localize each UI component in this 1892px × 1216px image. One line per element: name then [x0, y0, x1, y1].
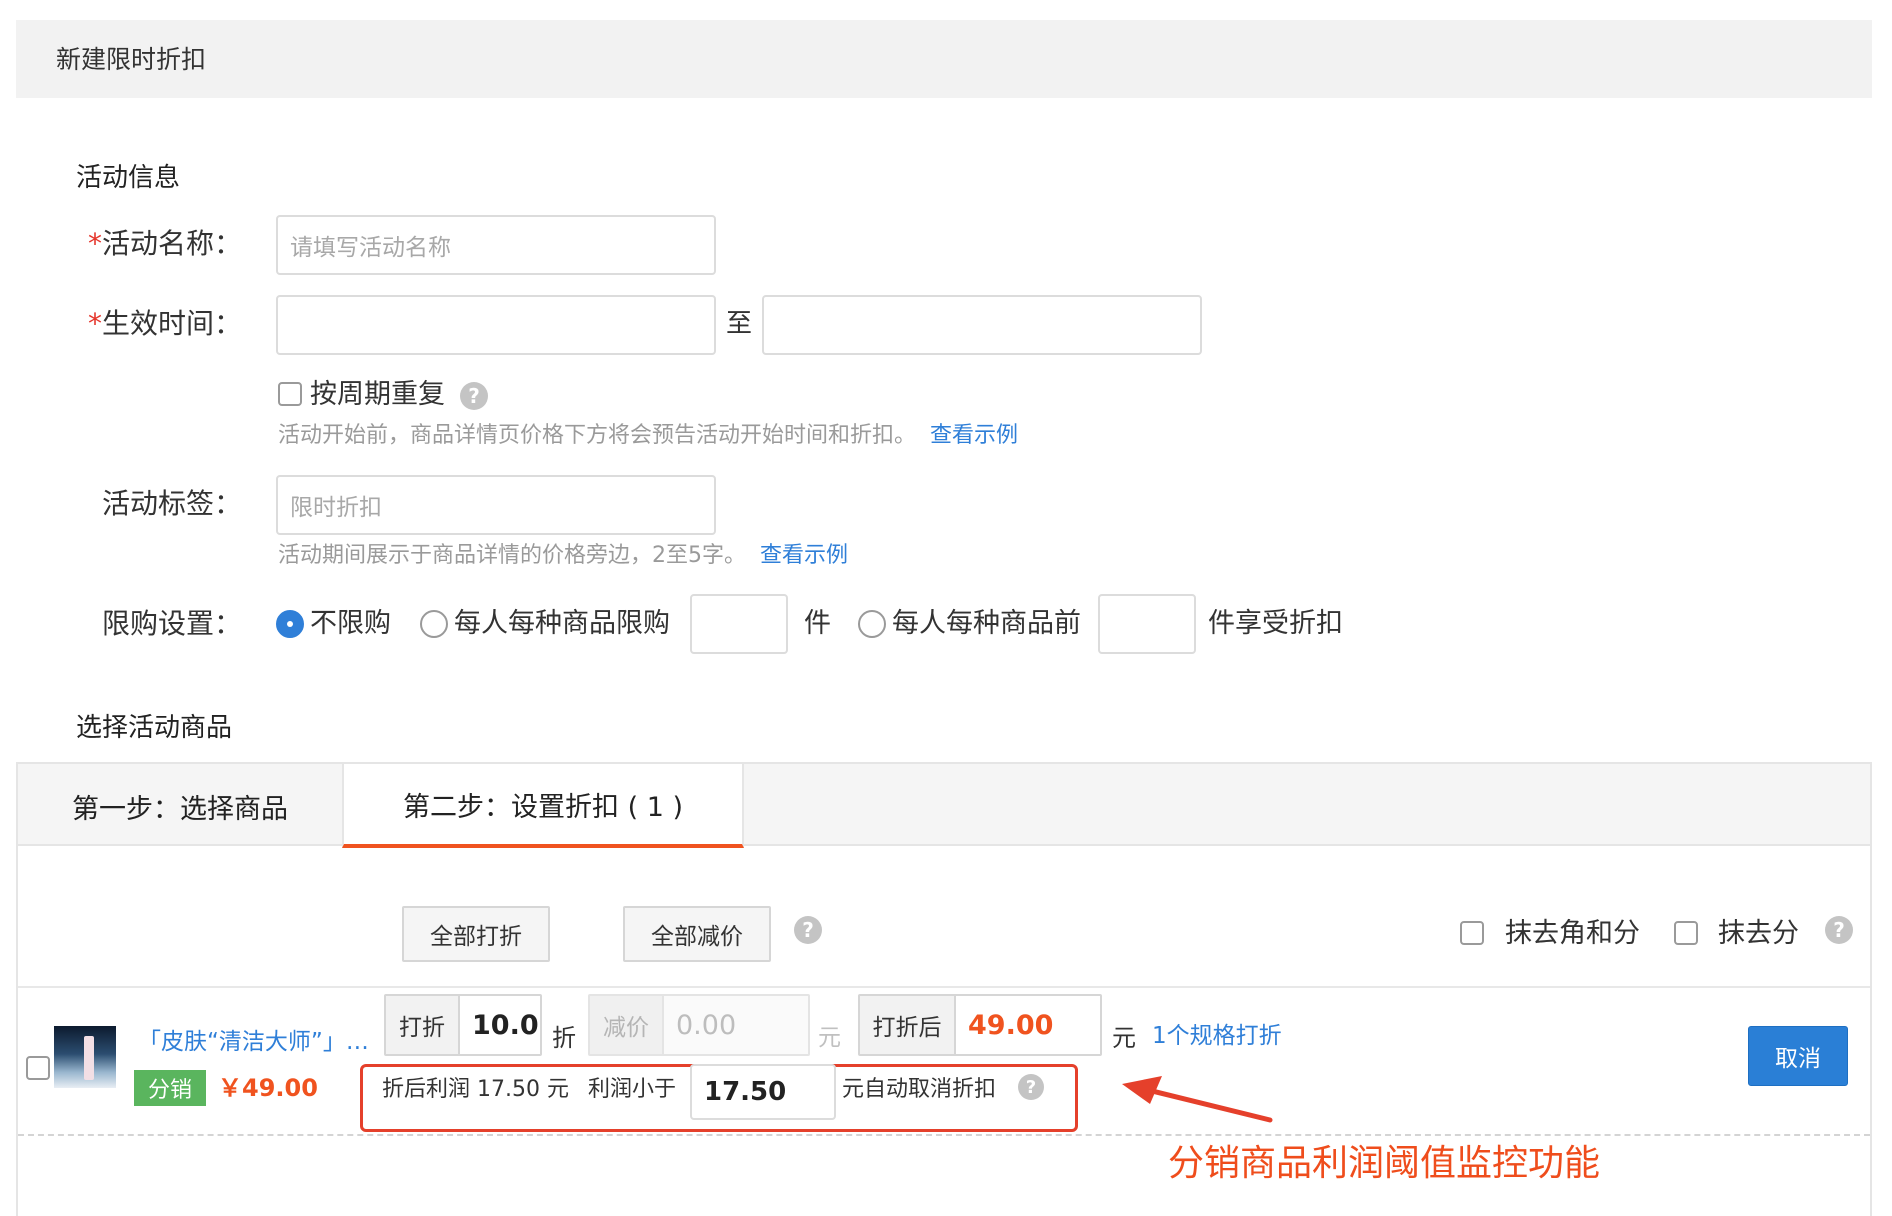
tag-example-link[interactable]: 查看示例	[760, 543, 848, 568]
repeat-label: 按周期重复	[310, 379, 445, 410]
radio-no-limit-label: 不限购	[310, 608, 391, 639]
question-icon[interactable]: ?	[1825, 916, 1853, 944]
question-icon[interactable]: ?	[1018, 1074, 1044, 1100]
activity-tag-input[interactable]: 限时折扣	[276, 475, 716, 535]
after-discount-prefix: 打折后	[860, 996, 956, 1054]
spec-discount-link[interactable]: 1个规格打折	[1152, 1018, 1282, 1054]
activity-name-input[interactable]: 请填写活动名称	[276, 215, 716, 275]
activity-info-title: 活动信息	[76, 163, 181, 193]
profit-threshold-input[interactable]: 17.50	[690, 1064, 836, 1120]
activity-name-placeholder: 请填写活动名称	[290, 235, 451, 261]
profit-suffix: 元自动取消折扣	[842, 1077, 997, 1102]
first-n-count-input[interactable]	[1098, 594, 1196, 654]
reduce-unit: 元	[818, 1025, 841, 1051]
radio-limit-per-person[interactable]	[420, 610, 448, 638]
after-discount-value[interactable]: 49.00	[956, 996, 1100, 1054]
preview-hint: 活动开始前，商品详情页价格下方将会预告活动开始时间和折扣。 查看示例	[278, 423, 1019, 448]
after-discount-unit: 元	[1112, 1024, 1136, 1052]
annotation-arrow-icon	[1122, 1076, 1273, 1123]
preview-example-link[interactable]: 查看示例	[930, 423, 1018, 448]
row-divider	[18, 1134, 1870, 1136]
product-price: ￥49.00	[218, 1074, 318, 1102]
limit-count-input[interactable]	[690, 594, 788, 654]
radio-first-n[interactable]	[858, 610, 886, 638]
product-title-link[interactable]: 「皮肤“清洁大师”」…	[138, 1024, 369, 1060]
reduce-all-button[interactable]: 全部减价	[623, 906, 771, 962]
round-fen-label: 抹去分	[1718, 918, 1799, 949]
products-section-title: 选择活动商品	[76, 713, 233, 743]
tab-select-products[interactable]: 第一步：选择商品	[18, 764, 342, 848]
reduce-prefix: 减价	[590, 996, 664, 1054]
radio-no-limit[interactable]	[276, 610, 304, 638]
profit-threshold-label: 利润小于	[588, 1077, 677, 1102]
radio-limit-per-person-label: 每人每种商品限购	[454, 608, 670, 639]
discount-field[interactable]: 打折 10.0	[384, 994, 542, 1056]
start-time-input[interactable]	[276, 295, 716, 355]
limit-unit: 件	[804, 608, 831, 639]
question-icon[interactable]: ?	[460, 382, 488, 410]
activity-tag-label: 活动标签：	[101, 487, 242, 520]
activity-tag-placeholder: 限时折扣	[290, 495, 382, 521]
after-discount-field[interactable]: 打折后 49.00	[858, 994, 1102, 1056]
end-time-input[interactable]	[762, 295, 1202, 355]
tag-hint: 活动期间展示于商品详情的价格旁边，2至5字。 查看示例	[278, 543, 849, 568]
round-jiao-fen-label: 抹去角和分	[1505, 918, 1640, 949]
to-text: 至	[726, 309, 753, 339]
discount-all-button[interactable]: 全部打折	[402, 906, 550, 962]
round-fen-checkbox[interactable]	[1674, 921, 1698, 945]
profit-text: 折后利润 17.50 元	[382, 1077, 569, 1102]
round-jiao-fen-checkbox[interactable]	[1460, 921, 1484, 945]
reduce-placeholder[interactable]: 0.00	[664, 996, 808, 1054]
reduce-field[interactable]: 减价 0.00	[588, 994, 810, 1056]
toolbar-divider	[18, 986, 1870, 988]
discount-unit: 折	[552, 1024, 576, 1052]
purchase-limit-label: 限购设置：	[101, 607, 242, 640]
distribution-tag: 分销	[134, 1070, 206, 1106]
activity-name-label: *活动名称：	[87, 227, 242, 260]
cancel-button[interactable]: 取消	[1748, 1026, 1848, 1086]
repeat-checkbox[interactable]	[278, 382, 302, 406]
page-title: 新建限时折扣	[56, 45, 207, 74]
page-header	[16, 20, 1872, 98]
discount-prefix: 打折	[386, 996, 460, 1054]
radio-first-n-label: 每人每种商品前	[892, 608, 1081, 639]
question-icon[interactable]: ?	[794, 916, 822, 944]
product-thumbnail	[54, 1026, 116, 1088]
discount-value[interactable]: 10.0	[460, 996, 540, 1054]
effective-time-label: *生效时间：	[87, 307, 242, 340]
annotation-text: 分销商品利润阈值监控功能	[1168, 1143, 1601, 1184]
tab-set-discount[interactable]: 第二步：设置折扣 ( 1 )	[342, 764, 744, 848]
row-select-checkbox[interactable]	[26, 1056, 50, 1080]
first-n-unit: 件享受折扣	[1208, 608, 1343, 639]
